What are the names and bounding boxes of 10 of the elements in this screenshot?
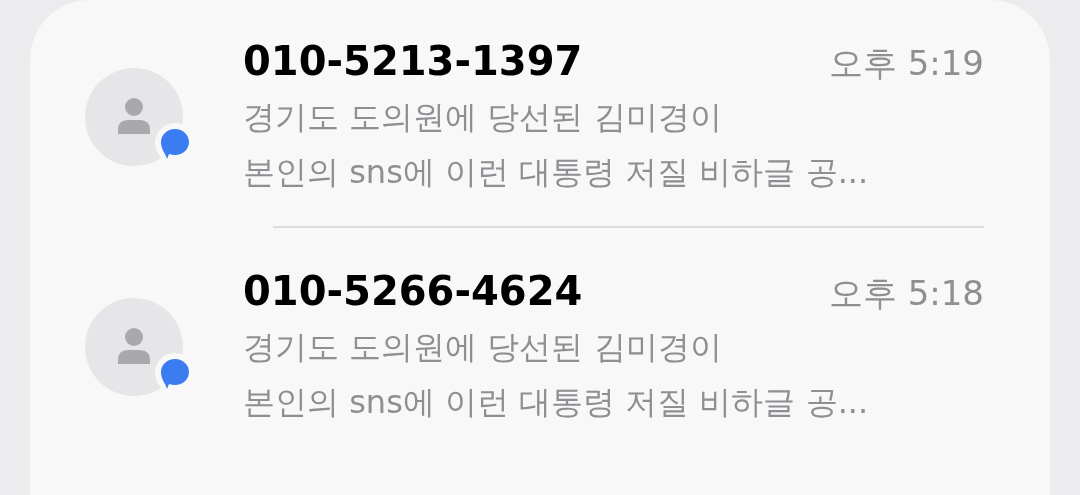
message-preview: 본인의 sns에 이런 대통령 저질 비하글 공... <box>243 382 870 423</box>
message-time: 오후 5:19 <box>828 42 984 85</box>
sender-name: 010-5213-1397 <box>243 38 583 84</box>
message-preview: 본인의 sns에 이런 대통령 저질 비하글 공... <box>243 152 870 193</box>
message-preview: 경기도 도의원에 당선된 김미경이 <box>243 97 723 138</box>
message-preview: 경기도 도의원에 당선된 김미경이 <box>243 327 723 368</box>
sender-name: 010-5266-4624 <box>243 268 583 314</box>
conversation-item[interactable]: 010-5213-1397 오후 5:19 경기도 도의원에 당선된 김미경이 본인의 sns에 이런 대통령 저질 비하글 공... <box>85 38 984 220</box>
message-time: 오후 5:18 <box>828 272 984 315</box>
conversation-item[interactable]: 010-5266-4624 오후 5:18 경기도 도의원에 당선된 김미경이 본인의 sns에 이런 대통령 저질 비하글 공... <box>85 268 984 450</box>
